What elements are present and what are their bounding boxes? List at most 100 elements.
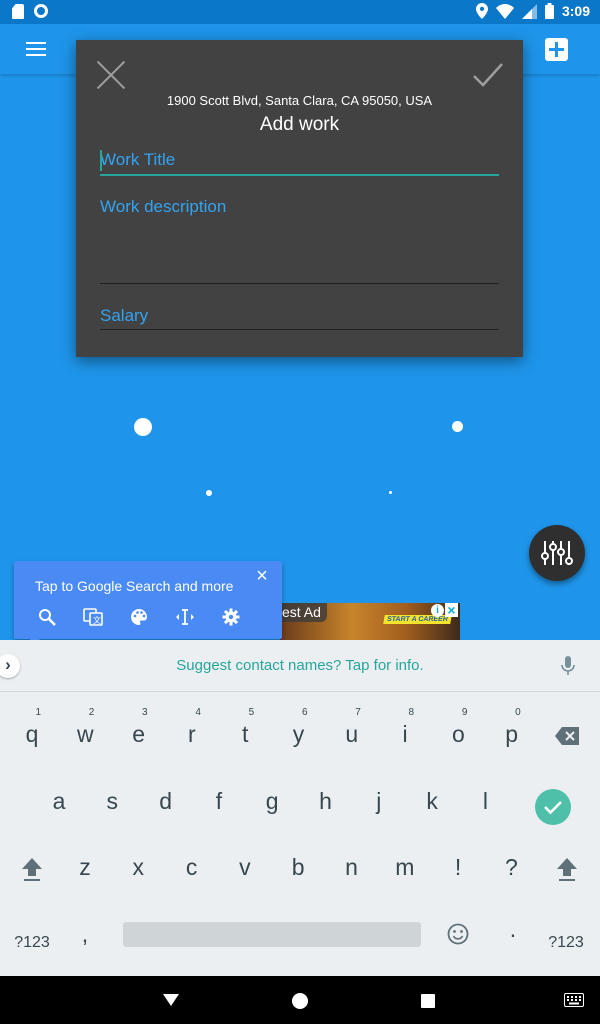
key-label: f bbox=[215, 788, 223, 814]
home-icon[interactable] bbox=[291, 992, 309, 1010]
work-title-field[interactable]: Work Title bbox=[100, 150, 499, 176]
salary-field[interactable]: Salary bbox=[100, 306, 499, 330]
work-title-placeholder: Work Title bbox=[100, 150, 176, 169]
key-label: n bbox=[345, 854, 358, 880]
key-q[interactable]: 1q bbox=[5, 697, 59, 757]
key-hint: 9 bbox=[461, 707, 468, 718]
battery-icon bbox=[544, 3, 554, 19]
close-icon[interactable] bbox=[96, 60, 126, 90]
key-label: r bbox=[188, 721, 196, 747]
period-key[interactable]: · bbox=[486, 897, 540, 957]
recents-icon[interactable] bbox=[420, 993, 436, 1009]
key-v[interactable]: v bbox=[218, 830, 272, 890]
key-f[interactable]: f bbox=[192, 764, 246, 824]
key-g[interactable]: g bbox=[245, 764, 299, 824]
key-label: d bbox=[159, 788, 172, 814]
key-label: j bbox=[376, 788, 382, 814]
backspace-icon[interactable] bbox=[555, 727, 579, 745]
key-label: b bbox=[291, 854, 305, 880]
key-p[interactable]: 0p bbox=[485, 697, 539, 757]
key-i[interactable]: 8i bbox=[378, 697, 432, 757]
svg-text:文: 文 bbox=[93, 615, 101, 625]
keyboard-switch-icon[interactable] bbox=[564, 993, 584, 1007]
soft-keyboard: 1q2w3e4r5t6y7u8i9o0p asdfghjkl z x c v b n m!?… bbox=[0, 692, 600, 976]
filter-fab-button[interactable] bbox=[529, 525, 585, 581]
key-t[interactable]: 5t bbox=[218, 697, 272, 757]
key-u[interactable]: 7u bbox=[325, 697, 379, 757]
key-s[interactable]: s bbox=[85, 764, 139, 824]
key-label: l bbox=[482, 788, 488, 814]
key-label: w bbox=[76, 721, 94, 747]
search-icon[interactable] bbox=[36, 606, 58, 628]
translate-icon[interactable]: 文 bbox=[82, 606, 104, 628]
key-w[interactable]: 2w bbox=[58, 697, 112, 757]
key-label: ! bbox=[454, 854, 462, 880]
spacebar[interactable] bbox=[123, 922, 421, 947]
key-hint: 5 bbox=[248, 707, 255, 718]
key-label: u bbox=[345, 721, 359, 747]
enter-key[interactable] bbox=[535, 789, 571, 825]
ad-info-icon[interactable]: i bbox=[431, 604, 444, 617]
menu-icon[interactable] bbox=[26, 42, 46, 56]
shift-right-icon[interactable] bbox=[555, 856, 579, 882]
microphone-icon[interactable] bbox=[561, 656, 575, 676]
add-work-dialog: 1900 Scott Blvd, Santa Clara, CA 95050, … bbox=[76, 40, 523, 357]
suggestion-text[interactable]: Suggest contact names? Tap for info. bbox=[0, 657, 600, 674]
key-k[interactable]: k bbox=[405, 764, 459, 824]
key-r[interactable]: 4r bbox=[165, 697, 219, 757]
work-description-placeholder: Work description bbox=[100, 197, 227, 216]
key-z[interactable]: z bbox=[58, 830, 112, 890]
key-hint: 4 bbox=[195, 707, 201, 718]
add-icon[interactable] bbox=[545, 38, 568, 61]
key-label: c bbox=[185, 854, 198, 880]
key-exclamation[interactable]: ! bbox=[431, 830, 485, 890]
back-icon[interactable] bbox=[162, 993, 180, 1007]
key-label: z bbox=[79, 854, 91, 880]
palette-icon[interactable] bbox=[128, 606, 150, 628]
sync-circle-icon bbox=[34, 4, 48, 18]
key-label: e bbox=[132, 721, 145, 747]
ad-label: est Ad bbox=[280, 603, 327, 622]
map-marker-dot[interactable] bbox=[134, 418, 152, 436]
text-cursor-icon[interactable] bbox=[174, 606, 196, 628]
google-search-tooltip[interactable]: Tap to Google Search and more × 文 bbox=[14, 561, 282, 649]
key-o[interactable]: 9o bbox=[431, 697, 485, 757]
signal-icon bbox=[521, 3, 537, 19]
key-a[interactable]: a bbox=[32, 764, 86, 824]
ad-banner[interactable]: est Ad START A CAREER i × bbox=[280, 603, 460, 640]
shift-left-icon[interactable] bbox=[20, 856, 44, 882]
symbols-key-right[interactable]: ?123 bbox=[539, 902, 593, 962]
ad-cta[interactable]: START A CAREER bbox=[383, 615, 452, 624]
check-icon[interactable] bbox=[473, 62, 503, 88]
wifi-icon bbox=[495, 3, 514, 19]
key-d[interactable]: d bbox=[139, 764, 193, 824]
key-question[interactable]: ? bbox=[484, 830, 538, 890]
comma-key[interactable]: , bbox=[58, 897, 112, 957]
key-hint: 7 bbox=[355, 707, 361, 718]
tooltip-close-icon[interactable]: × bbox=[252, 565, 272, 588]
key-e[interactable]: 3e bbox=[112, 697, 166, 757]
key-j[interactable]: j bbox=[352, 764, 406, 824]
ad-close-icon[interactable]: × bbox=[445, 603, 458, 617]
emoji-icon[interactable] bbox=[447, 923, 469, 945]
map-marker-dot[interactable] bbox=[389, 491, 392, 494]
salary-placeholder: Salary bbox=[100, 306, 149, 325]
map-marker-dot[interactable] bbox=[206, 490, 212, 496]
key-m[interactable]: m bbox=[378, 830, 432, 890]
key-n[interactable]: n bbox=[325, 830, 379, 890]
key-label: x bbox=[132, 854, 145, 880]
settings-gear-icon[interactable] bbox=[220, 606, 242, 628]
key-b[interactable]: b bbox=[271, 830, 325, 890]
key-h[interactable]: h bbox=[299, 764, 353, 824]
keyboard-suggestion-bar: › Suggest contact names? Tap for info. bbox=[0, 640, 600, 692]
key-c[interactable]: c bbox=[165, 830, 219, 890]
key-label: p bbox=[505, 721, 519, 747]
key-y[interactable]: 6y bbox=[272, 697, 326, 757]
work-description-field[interactable]: Work description bbox=[100, 197, 499, 284]
key-hint: 8 bbox=[408, 707, 415, 718]
key-l[interactable]: l bbox=[458, 764, 512, 824]
symbols-key[interactable]: ?123 bbox=[5, 902, 59, 962]
key-label: t bbox=[241, 721, 249, 747]
map-marker-dot[interactable] bbox=[452, 421, 463, 432]
key-x[interactable]: x bbox=[111, 830, 165, 890]
